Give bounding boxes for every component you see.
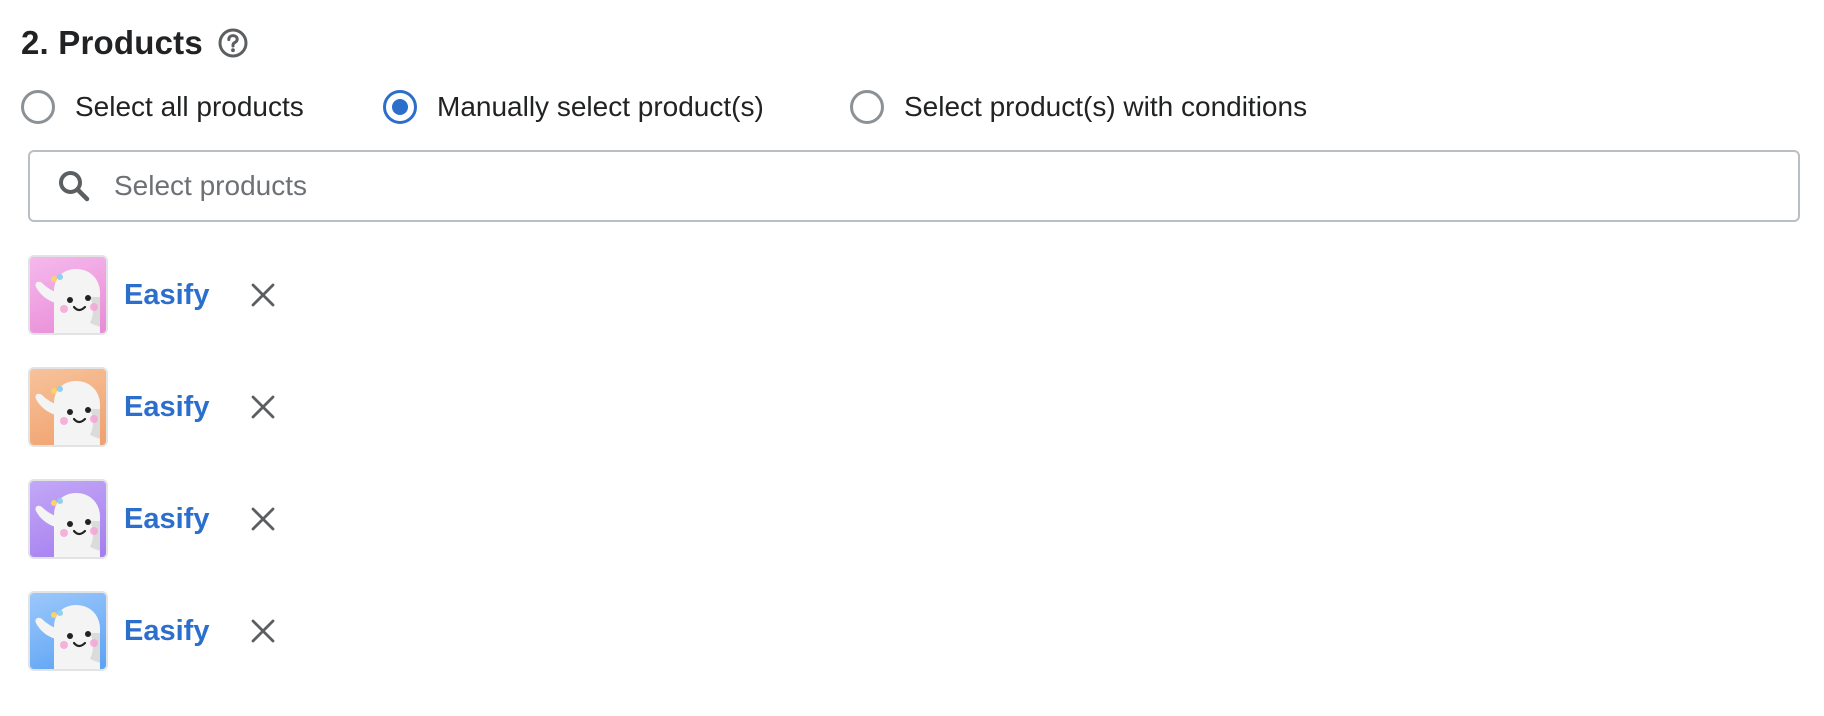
search-input[interactable] — [112, 169, 1616, 203]
search-icon — [56, 168, 92, 204]
close-icon — [252, 283, 275, 307]
product-thumbnail — [28, 479, 108, 559]
radio-label: Select product(s) with conditions — [904, 91, 1308, 122]
selected-products-list: Easify Easify Easify Easify — [28, 254, 279, 702]
radio-manually-select-products[interactable]: Manually select product(s) — [383, 88, 764, 126]
remove-product-button[interactable] — [247, 503, 279, 535]
close-icon — [252, 507, 275, 531]
product-thumbnail — [28, 367, 108, 447]
product-item: Easify — [28, 366, 279, 448]
remove-product-button[interactable] — [247, 615, 279, 647]
product-item: Easify — [28, 590, 279, 672]
radio-dot — [392, 99, 408, 115]
radio-circle[interactable] — [21, 90, 55, 124]
radio-circle[interactable] — [383, 90, 417, 124]
ghost-mascot-icon — [35, 493, 100, 557]
radio-select-all-products[interactable]: Select all products — [21, 88, 304, 126]
close-icon — [252, 619, 275, 643]
product-name-link[interactable]: Easify — [124, 279, 209, 312]
radio-label: Select all products — [75, 91, 304, 122]
product-item: Easify — [28, 254, 279, 336]
product-name-link[interactable]: Easify — [124, 391, 209, 424]
ghost-mascot-icon — [35, 605, 100, 669]
product-thumbnail — [28, 591, 108, 671]
product-selection-radio-group: Select all products Manually select prod… — [21, 88, 1801, 126]
remove-product-button[interactable] — [247, 279, 279, 311]
radio-label: Manually select product(s) — [437, 91, 764, 122]
product-name-link[interactable]: Easify — [124, 503, 209, 536]
product-name-link[interactable]: Easify — [124, 615, 209, 648]
remove-product-button[interactable] — [247, 391, 279, 423]
product-item: Easify — [28, 478, 279, 560]
product-search-box[interactable] — [28, 150, 1800, 222]
radio-select-products-with-conditions[interactable]: Select product(s) with conditions — [850, 88, 1307, 126]
section-header: 2. Products — [21, 20, 249, 66]
ghost-mascot-icon — [35, 269, 100, 333]
question-circle-icon[interactable] — [217, 27, 249, 59]
product-thumbnail — [28, 255, 108, 335]
radio-circle[interactable] — [850, 90, 884, 124]
close-icon — [252, 395, 275, 419]
ghost-mascot-icon — [35, 381, 100, 445]
section-title: 2. Products — [21, 24, 203, 61]
